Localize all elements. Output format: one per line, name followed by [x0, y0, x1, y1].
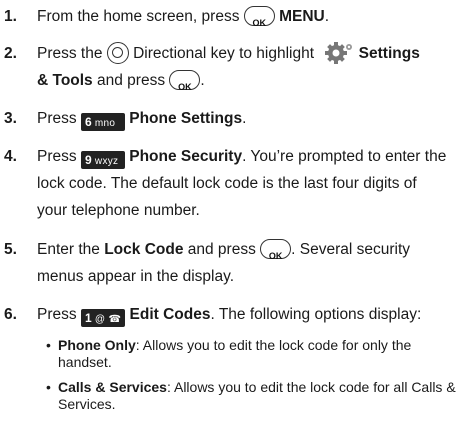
- step-number: 6.: [4, 306, 17, 323]
- directional-key-icon: [106, 42, 129, 64]
- settings-tools-gear-icon: [325, 42, 353, 64]
- key-6-mno-icon: 6 mno: [80, 113, 125, 131]
- list-item: Calls & Services: Allows you to edit the…: [46, 379, 466, 413]
- step-number: 1.: [4, 8, 17, 25]
- step-text: From the home screen, press: [37, 8, 240, 25]
- key-1-voicemail-icon: 1 @ ☎: [80, 309, 126, 327]
- tools-label: & Tools: [37, 72, 93, 89]
- menu-label: MENU: [279, 8, 325, 25]
- step-number: 4.: [4, 148, 17, 165]
- option-name: Phone Only: [58, 337, 136, 353]
- edit-codes-label: Edit Codes: [129, 306, 211, 323]
- lock-code-label: Lock Code: [104, 241, 184, 258]
- instruction-page: 1. From the home screen, press OK MENU. …: [0, 0, 473, 413]
- key-9-wxyz-icon: 9 wxyz: [80, 151, 125, 169]
- options-list: Phone Only : Allows you to edit the lock …: [46, 337, 466, 421]
- settings-label: Settings: [358, 45, 420, 62]
- phone-settings-label: Phone Settings: [129, 110, 243, 127]
- phone-security-label: Phone Security: [129, 148, 243, 165]
- ok-key-icon: OK: [169, 70, 201, 92]
- option-desc: : Allows you to edit the lock code for a…: [166, 379, 456, 395]
- ok-key-icon: OK: [260, 239, 292, 261]
- step-number: 5.: [4, 241, 17, 258]
- step-number: 2.: [4, 45, 17, 62]
- list-item: Phone Only: Allows you to edit the lock …: [46, 337, 466, 371]
- ok-key-icon: OK: [243, 6, 275, 28]
- step-number: 3.: [4, 110, 17, 127]
- option-name: Calls & Services: [58, 379, 167, 395]
